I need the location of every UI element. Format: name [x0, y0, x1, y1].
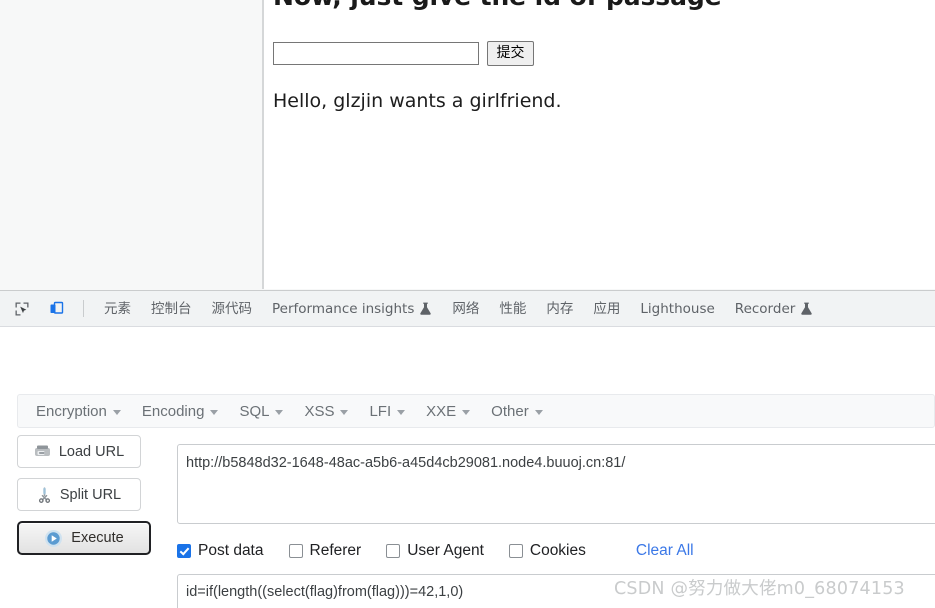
devtools-tab-label: 网络 — [452, 300, 480, 317]
devtools-tab-4[interactable]: Performance insights — [262, 292, 442, 326]
devtools-tab-label: 源代码 — [211, 300, 253, 317]
hackbar-action-buttons: Load URL Split URL Execute — [17, 435, 160, 565]
browser-page-viewport: Now, just give the id of passage 提交 Hell… — [0, 0, 935, 290]
devtools-tab-label: 元素 — [104, 300, 131, 317]
checkbox[interactable] — [386, 544, 401, 558]
submit-button[interactable]: 提交 — [487, 41, 534, 66]
devtools-tab-label: 性能 — [499, 300, 527, 317]
devtools-tab-2[interactable]: 控制台 — [141, 292, 202, 326]
chevron-down-icon — [340, 409, 349, 415]
hackbar-menubar: Encryption Encoding SQL XSS LFI XXE Other — [17, 394, 935, 428]
experiment-flask-icon — [419, 302, 432, 316]
id-submit-form: 提交 — [273, 41, 534, 66]
devtools-tab-label: Performance insights — [272, 300, 415, 317]
hackbar-options-row: Post data Referer User Agent Cookies Clear A… — [177, 539, 694, 563]
option-referer[interactable]: Referer — [288, 542, 362, 560]
post-data-textarea[interactable] — [177, 574, 935, 608]
hackbar-menu-label: LFI — [369, 402, 392, 420]
option-user-agent[interactable]: User Agent — [386, 542, 484, 560]
chevron-down-icon — [275, 409, 284, 415]
hackbar-menu-label: XSS — [304, 402, 335, 420]
load-url-button[interactable]: Load URL — [17, 435, 141, 468]
checkbox[interactable] — [288, 544, 303, 558]
chevron-down-icon — [210, 409, 219, 415]
devtools-panel: 元素 控制台 源代码 Performance insights 网络 性能 内存 应用 Ligh… — [0, 290, 935, 608]
id-input[interactable] — [273, 42, 479, 65]
checkbox[interactable] — [177, 544, 191, 558]
execute-button[interactable]: Execute — [17, 521, 151, 555]
load-url-icon — [34, 444, 51, 459]
clear-all-link[interactable]: Clear All — [636, 542, 694, 560]
option-label: Cookies — [529, 542, 586, 559]
devtools-tab-9[interactable]: Lighthouse — [630, 292, 724, 326]
devtools-tab-1[interactable]: 元素 — [94, 292, 141, 326]
chevron-down-icon — [534, 409, 543, 415]
devtools-tabbar: 元素 控制台 源代码 Performance insights 网络 性能 内存 应用 Ligh… — [0, 291, 935, 327]
page-result-text: Hello, glzjin wants a girlfriend. — [273, 90, 562, 112]
split-url-label: Split URL — [59, 486, 122, 503]
split-url-icon — [37, 486, 52, 503]
devtools-tab-6[interactable]: 性能 — [489, 292, 536, 326]
devtools-tab-10[interactable]: Recorder — [725, 292, 824, 326]
load-url-label: Load URL — [58, 443, 125, 460]
url-textarea[interactable] — [177, 444, 935, 524]
toolbar-separator — [83, 300, 84, 317]
devtools-tab-label: 内存 — [546, 300, 574, 317]
hackbar-menu-label: XXE — [426, 402, 457, 420]
devtools-tool-icons — [0, 296, 94, 322]
inspect-element-icon[interactable] — [9, 296, 35, 322]
hackbar-menu-other[interactable]: Other — [483, 400, 551, 423]
devtools-tab-label: Lighthouse — [640, 300, 715, 317]
hackbar-menu-encoding[interactable]: Encoding — [134, 400, 227, 423]
devtools-tab-8[interactable]: 应用 — [583, 292, 630, 326]
devtools-tab-label: 应用 — [593, 300, 621, 317]
chevron-down-icon — [112, 409, 121, 415]
option-post-data[interactable]: Post data — [177, 542, 264, 560]
devtools-tab-label: 控制台 — [151, 300, 192, 317]
option-label: Referer — [309, 542, 362, 559]
hackbar-menu-encryption[interactable]: Encryption — [28, 400, 129, 423]
devtools-tab-7[interactable]: 内存 — [536, 292, 583, 326]
screenshot-root: Now, just give the id of passage 提交 Hell… — [0, 0, 935, 608]
chevron-down-icon — [462, 409, 471, 415]
execute-play-icon — [44, 529, 63, 548]
page-left-gutter — [0, 0, 262, 290]
hackbar-menu-sql[interactable]: SQL — [231, 400, 291, 423]
option-label: Post data — [198, 542, 264, 559]
hackbar-panel: Encryption Encoding SQL XSS LFI XXE Other Load… — [0, 327, 935, 608]
hackbar-menu-xxe[interactable]: XXE — [418, 400, 478, 423]
devtools-tab-3[interactable]: 源代码 — [202, 292, 263, 326]
hackbar-menu-label: Other — [491, 402, 529, 420]
experiment-flask-icon — [800, 302, 813, 316]
option-label: User Agent — [407, 542, 484, 559]
split-url-button[interactable]: Split URL — [17, 478, 141, 511]
hackbar-menu-label: Encryption — [36, 402, 107, 420]
devtools-tab-5[interactable]: 网络 — [442, 292, 489, 326]
option-cookies[interactable]: Cookies — [508, 542, 586, 560]
page-title: Now, just give the id of passage — [273, 0, 722, 11]
hackbar-menu-xss[interactable]: XSS — [296, 400, 356, 423]
device-toolbar-icon[interactable] — [43, 296, 69, 322]
hackbar-menu-label: Encoding — [141, 402, 205, 420]
devtools-tab-list: 元素 控制台 源代码 Performance insights 网络 性能 内存 应用 Ligh… — [94, 292, 823, 326]
chevron-down-icon — [397, 409, 406, 415]
page-content-area: Now, just give the id of passage 提交 Hell… — [264, 0, 935, 289]
checkbox[interactable] — [508, 544, 523, 558]
hackbar-menu-label: SQL — [239, 402, 270, 420]
devtools-tab-label: Recorder — [734, 300, 796, 317]
hackbar-menu-lfi[interactable]: LFI — [361, 400, 413, 423]
execute-label: Execute — [71, 530, 124, 546]
